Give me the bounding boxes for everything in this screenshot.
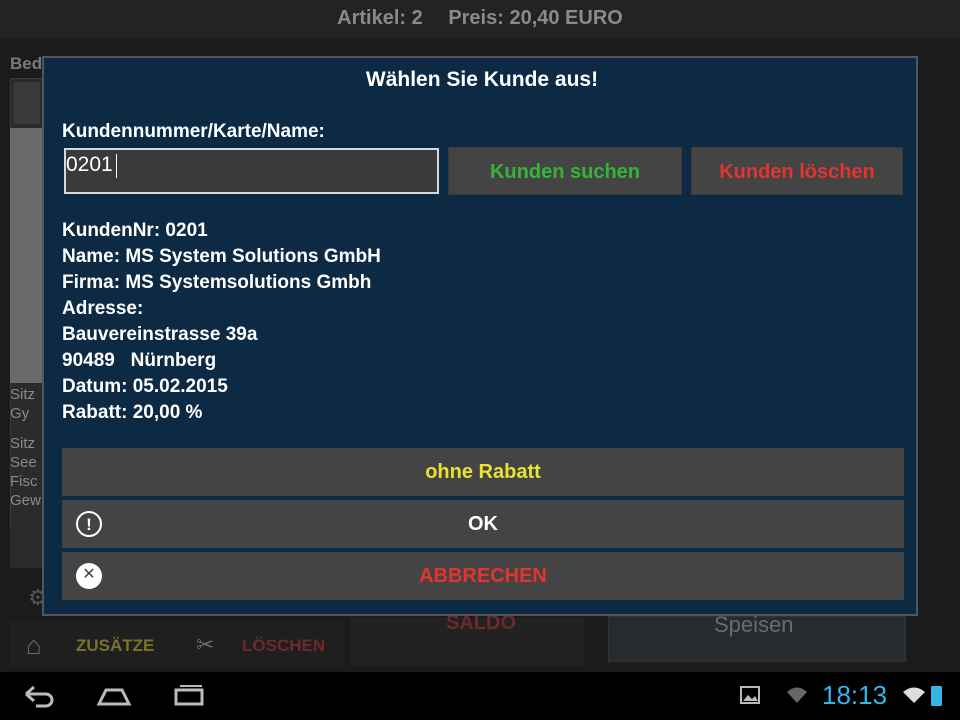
customer-search-value: 0201	[66, 153, 113, 176]
customer-discount: Rabatt: 20,00 %	[62, 402, 203, 423]
customer-select-dialog: Wählen Sie Kunde aus! Kundennummer/Karte…	[42, 56, 918, 616]
close-icon: ✕	[76, 563, 102, 589]
extras-button[interactable]: ZUSÄTZE	[76, 636, 154, 656]
customer-search-input[interactable]	[64, 148, 439, 194]
back-icon[interactable]	[22, 682, 56, 715]
basket-icon[interactable]: ⌂	[26, 630, 54, 660]
customer-number: KundenNr: 0201	[62, 220, 208, 241]
customer-address-label: Adresse:	[62, 298, 144, 319]
recent-apps-icon[interactable]	[172, 682, 206, 715]
customer-city: 90489 Nürnberg	[62, 350, 217, 371]
customer-name: Name: MS System Solutions GmbH	[62, 246, 381, 267]
wifi-signal-icon	[902, 686, 926, 709]
left-panel	[10, 128, 44, 383]
ok-button[interactable]: ! OK	[62, 500, 904, 548]
customer-company: Firma: MS Systemsolutions Gmbh	[62, 272, 372, 293]
text-caret	[116, 154, 117, 178]
customer-date: Datum: 05.02.2015	[62, 376, 228, 397]
customer-street: Bauvereinstrasse 39a	[62, 324, 258, 345]
total-price: Preis: 20,40 EURO	[448, 7, 623, 29]
left-column-label: Bed	[10, 54, 43, 73]
cancel-button[interactable]: ✕ ABBRECHEN	[62, 552, 904, 600]
exclamation-icon: !	[76, 511, 102, 537]
customer-details: KundenNr: 0201 Name: MS System Solutions…	[62, 218, 381, 426]
cancel-label: ABBRECHEN	[419, 565, 547, 587]
customer-field-label: Kundennummer/Karte/Name:	[62, 121, 325, 142]
gallery-icon	[740, 686, 760, 709]
dialog-title: Wählen Sie Kunde aus!	[365, 68, 599, 91]
search-customer-button[interactable]: Kunden suchen	[448, 147, 682, 195]
ok-label: OK	[468, 513, 498, 535]
article-count: Artikel: 2	[337, 7, 423, 29]
order-summary-bar: Artikel: 2 Preis: 20,40 EURO	[0, 0, 960, 38]
delete-customer-button[interactable]: Kunden löschen	[691, 147, 903, 195]
delete-button[interactable]: LÖSCHEN	[242, 636, 325, 656]
no-discount-button[interactable]: ohne Rabatt	[62, 448, 904, 496]
left-block	[10, 528, 44, 568]
clock: 18:13	[822, 680, 888, 710]
home-icon[interactable]	[96, 682, 132, 715]
building-icon	[14, 82, 40, 124]
battery-icon	[931, 686, 942, 706]
system-navigation-bar: 18:13	[0, 672, 960, 720]
no-discount-label: ohne Rabatt	[425, 461, 541, 483]
wifi-icon	[786, 686, 808, 709]
delete-icon[interactable]: ✂	[196, 632, 214, 658]
